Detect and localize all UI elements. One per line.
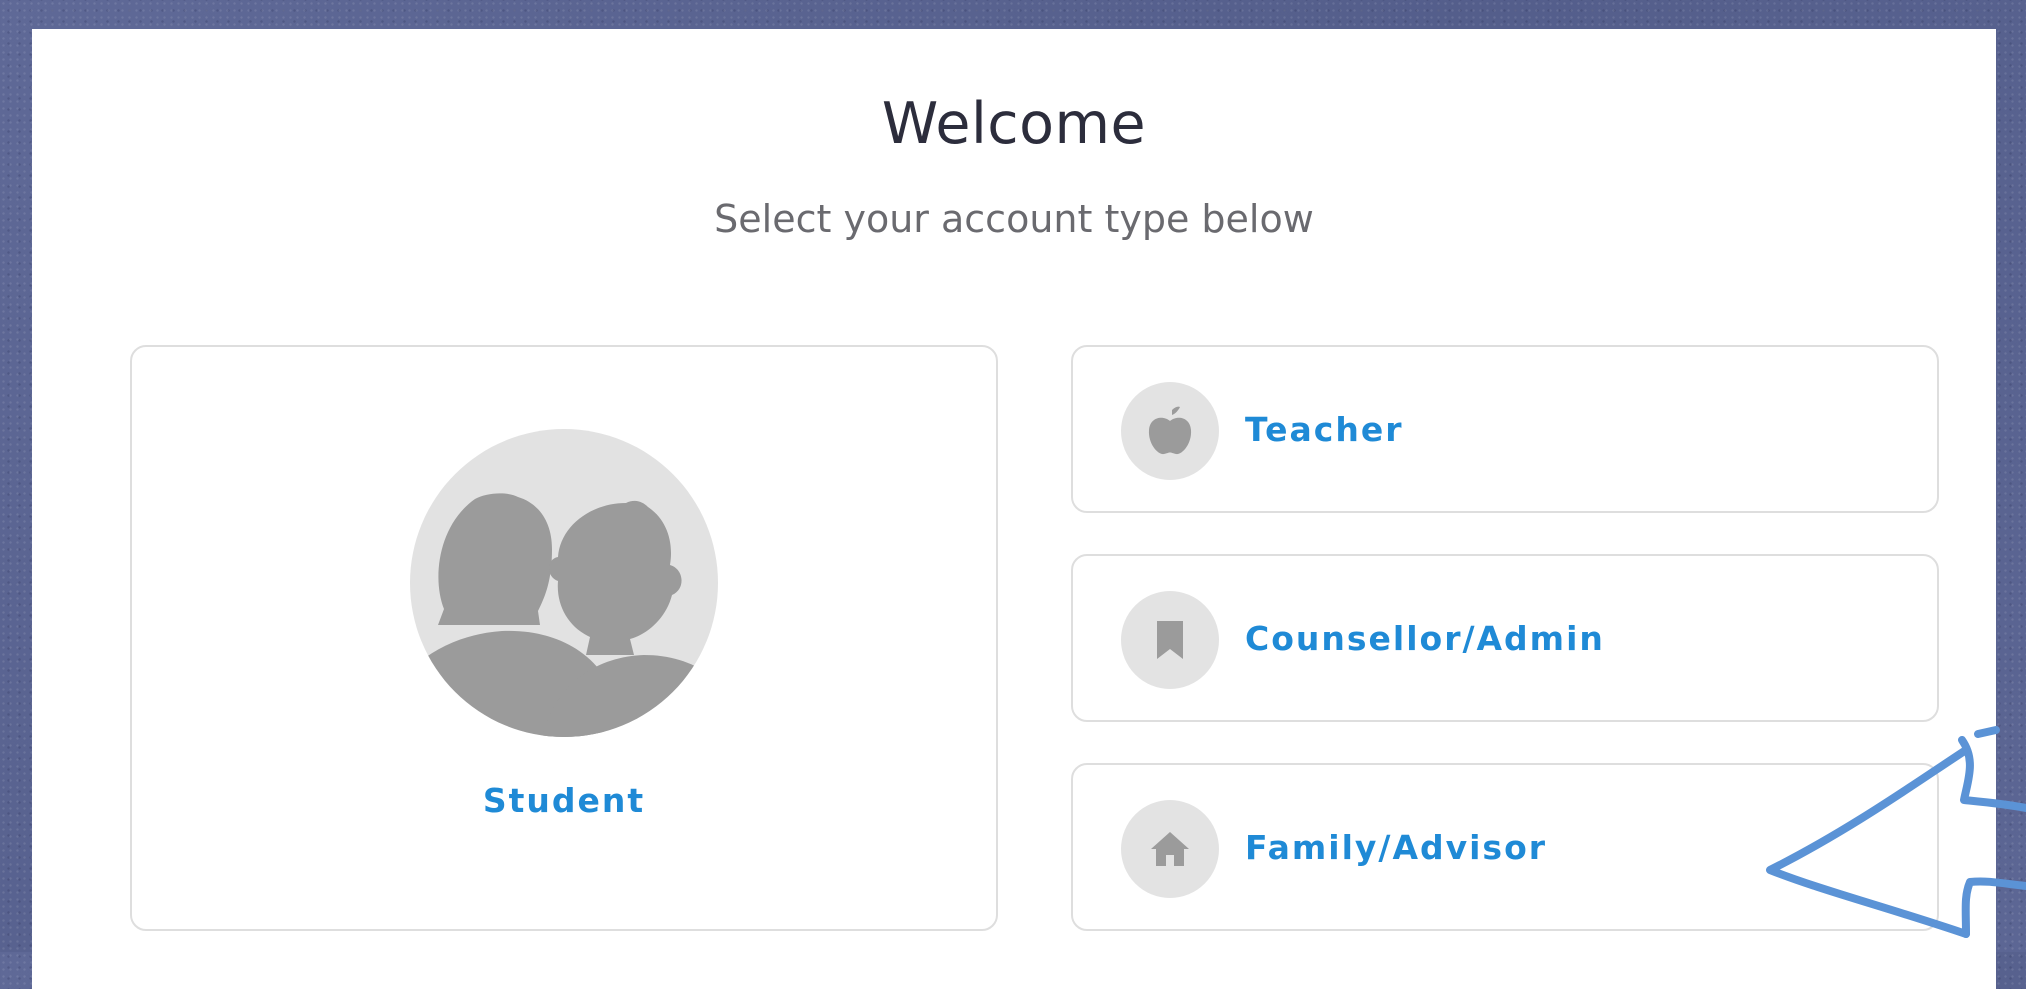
account-type-panel: Welcome Select your account type below S… bbox=[32, 29, 1996, 989]
teacher-account-card[interactable]: Teacher bbox=[1071, 345, 1939, 513]
family-advisor-label: Family/Advisor bbox=[1245, 827, 1548, 867]
student-account-card[interactable]: Student bbox=[130, 345, 998, 931]
family-advisor-account-card[interactable]: Family/Advisor bbox=[1071, 763, 1939, 931]
counsellor-admin-label: Counsellor/Admin bbox=[1245, 618, 1605, 658]
apple-icon bbox=[1121, 382, 1219, 480]
counsellor-admin-account-card[interactable]: Counsellor/Admin bbox=[1071, 554, 1939, 722]
page-subtitle: Select your account type below bbox=[714, 197, 1314, 241]
bookmark-icon bbox=[1121, 591, 1219, 689]
teacher-label: Teacher bbox=[1245, 409, 1404, 449]
people-silhouette-icon bbox=[410, 429, 718, 737]
home-icon bbox=[1121, 800, 1219, 898]
student-label: Student bbox=[482, 781, 646, 820]
page-title: Welcome bbox=[881, 91, 1147, 157]
